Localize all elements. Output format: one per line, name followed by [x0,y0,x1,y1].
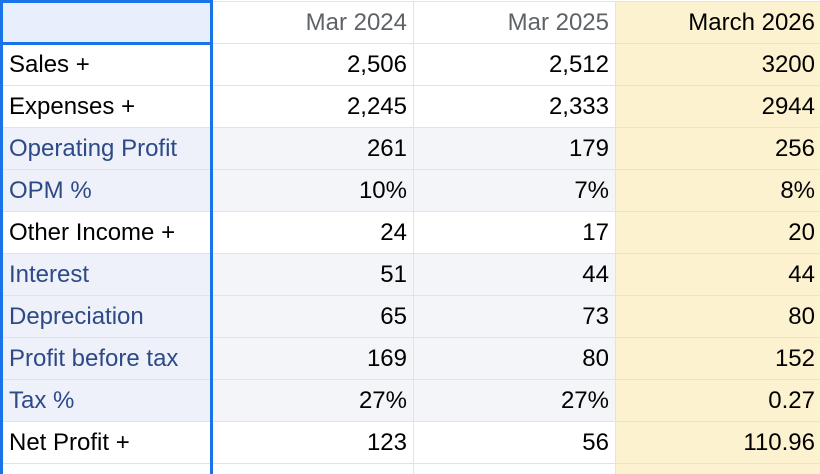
row-label-opm[interactable]: OPM % [0,169,213,213]
header-row: Mar 2024 Mar 2025 March 2026 [0,0,820,46]
next-row-cell[interactable] [211,463,414,474]
row-label-tax[interactable]: Tax % [0,379,213,423]
next-row-cell[interactable] [413,463,616,474]
table-row-net-profit: Net Profit + 123 56 110.96 [0,421,820,465]
spreadsheet-grid: Mar 2024 Mar 2025 March 2026 Sales + 2,5… [0,0,820,474]
cell-interest-2025[interactable]: 44 [413,253,616,297]
cell-opm-2026[interactable]: 8% [615,169,820,213]
cell-sales-2026[interactable]: 3200 [615,43,820,87]
row-label-expenses[interactable]: Expenses + [0,85,213,129]
cell-interest-2026[interactable]: 44 [615,253,820,297]
cell-expenses-2026[interactable]: 2944 [615,85,820,129]
cell-operating-profit-2024[interactable]: 261 [211,127,414,171]
row-label-depreciation[interactable]: Depreciation [0,295,213,339]
row-label-sales[interactable]: Sales + [0,43,213,87]
cell-tax-2025[interactable]: 27% [413,379,616,423]
cell-interest-2024[interactable]: 51 [211,253,414,297]
table-row-opm: OPM % 10% 7% 8% [0,169,820,213]
cell-other-income-2026[interactable]: 20 [615,211,820,255]
cell-operating-profit-2025[interactable]: 179 [413,127,616,171]
cell-profit-before-tax-2026[interactable]: 152 [615,337,820,381]
cell-sales-2025[interactable]: 2,512 [413,43,616,87]
cell-net-profit-2024[interactable]: 123 [211,421,414,465]
row-label-operating-profit[interactable]: Operating Profit [0,127,213,171]
cell-depreciation-2026[interactable]: 80 [615,295,820,339]
table-row-interest: Interest 51 44 44 [0,253,820,297]
partial-next-row [0,463,820,474]
table-row-depreciation: Depreciation 65 73 80 [0,295,820,339]
next-row-cell[interactable] [615,463,820,474]
cell-expenses-2024[interactable]: 2,245 [211,85,414,129]
row-label-net-profit[interactable]: Net Profit + [0,421,213,465]
cell-opm-2024[interactable]: 10% [211,169,414,213]
row-label-profit-before-tax[interactable]: Profit before tax [0,337,213,381]
cell-tax-2024[interactable]: 27% [211,379,414,423]
cell-other-income-2024[interactable]: 24 [211,211,414,255]
cell-opm-2025[interactable]: 7% [413,169,616,213]
table-row-profit-before-tax: Profit before tax 169 80 152 [0,337,820,381]
table-row-sales: Sales + 2,506 2,512 3200 [0,43,820,87]
cell-depreciation-2024[interactable]: 65 [211,295,414,339]
table-row-other-income: Other Income + 24 17 20 [0,211,820,255]
cell-profit-before-tax-2025[interactable]: 80 [413,337,616,381]
cell-expenses-2025[interactable]: 2,333 [413,85,616,129]
column-header-march-2026[interactable]: March 2026 [615,0,820,45]
cell-other-income-2025[interactable]: 17 [413,211,616,255]
cell-net-profit-2026[interactable]: 110.96 [615,421,820,465]
cell-sales-2024[interactable]: 2,506 [211,43,414,87]
table-row-expenses: Expenses + 2,245 2,333 2944 [0,85,820,129]
cell-profit-before-tax-2024[interactable]: 169 [211,337,414,381]
cell-operating-profit-2026[interactable]: 256 [615,127,820,171]
column-header-mar-2025[interactable]: Mar 2025 [413,0,616,45]
selected-corner-cell[interactable] [0,0,213,46]
next-row-label-cell[interactable] [0,463,213,474]
table-row-operating-profit: Operating Profit 261 179 256 [0,127,820,171]
row-label-interest[interactable]: Interest [0,253,213,297]
cell-net-profit-2025[interactable]: 56 [413,421,616,465]
cell-depreciation-2025[interactable]: 73 [413,295,616,339]
cell-tax-2026[interactable]: 0.27 [615,379,820,423]
column-header-mar-2024[interactable]: Mar 2024 [211,0,414,45]
row-label-other-income[interactable]: Other Income + [0,211,213,255]
table-row-tax: Tax % 27% 27% 0.27 [0,379,820,423]
